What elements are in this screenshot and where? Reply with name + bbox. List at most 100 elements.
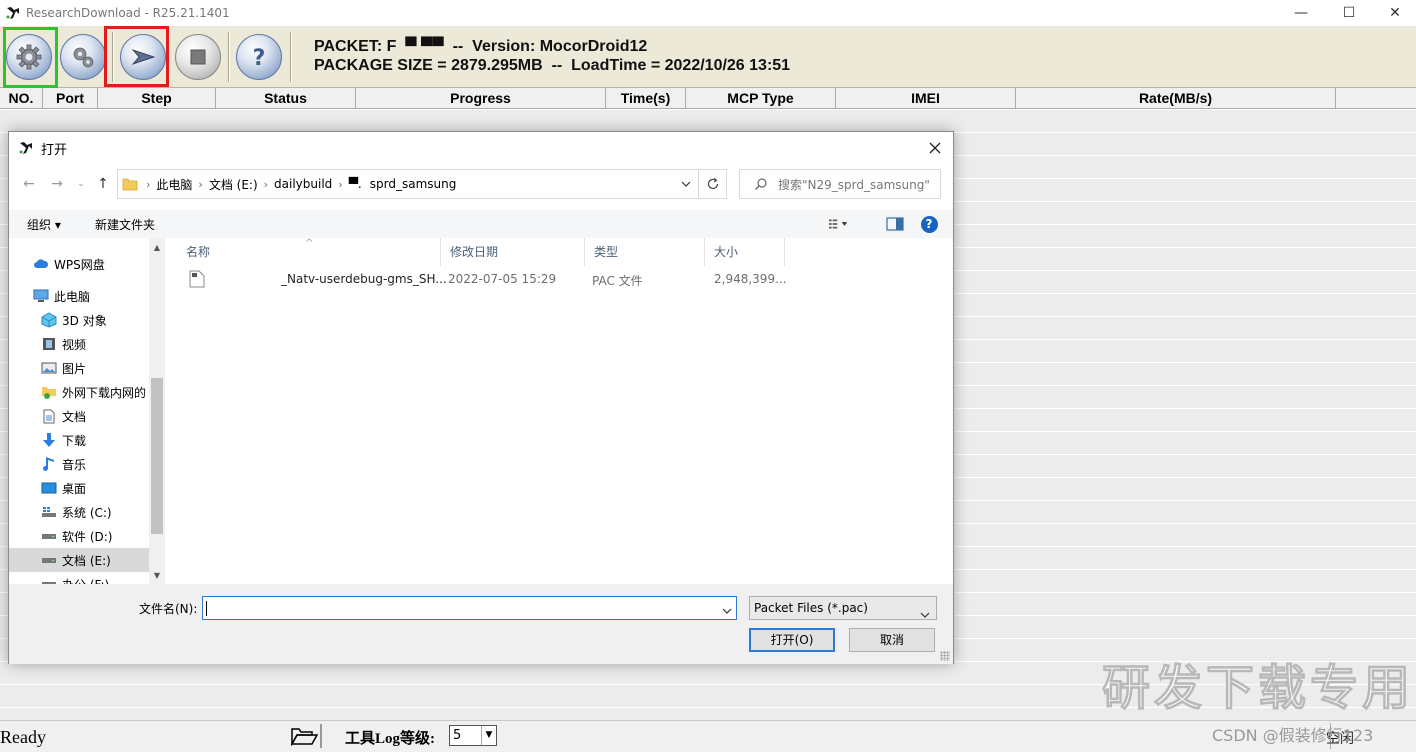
address-dropdown[interactable] bbox=[680, 178, 692, 190]
col-size[interactable]: 大小 bbox=[705, 238, 785, 266]
recent-locations-button[interactable]: ⌄ bbox=[73, 176, 89, 192]
packet-line: PACKET: F ▀ ▀▀ -- Version: MocorDroid12 bbox=[314, 38, 648, 55]
col-type[interactable]: 类型 bbox=[585, 238, 705, 266]
preview-pane-icon bbox=[886, 217, 904, 231]
nav-item-3d[interactable]: 3D 对象 bbox=[9, 308, 149, 332]
nav-item-music[interactable]: 音乐 bbox=[9, 452, 149, 476]
drive-icon bbox=[41, 528, 57, 544]
ready-status: Ready bbox=[0, 727, 46, 747]
col-mcp-type[interactable]: MCP Type bbox=[686, 88, 836, 109]
refresh-icon bbox=[707, 178, 718, 190]
filename-input[interactable] bbox=[202, 596, 737, 620]
open-button[interactable]: 打开(O) bbox=[749, 628, 835, 652]
port-table-header: NO. Port Step Status Progress Time(s) MC… bbox=[0, 88, 1416, 109]
breadcrumb-sprd-samsung[interactable]: sprd_samsung bbox=[370, 177, 457, 191]
breadcrumb-separator: › bbox=[263, 177, 269, 191]
breadcrumb-redacted[interactable]: ▀. bbox=[349, 177, 362, 191]
file-icon bbox=[189, 270, 205, 291]
close-icon bbox=[929, 142, 941, 154]
help-button-dialog[interactable]: ? bbox=[919, 215, 939, 233]
resize-grip-icon[interactable] bbox=[940, 651, 950, 661]
nav-item-this-pc[interactable]: 此电脑 bbox=[9, 284, 149, 308]
refresh-button[interactable] bbox=[699, 169, 727, 199]
maximize-button[interactable]: ☐ bbox=[1326, 0, 1372, 26]
breadcrumb-this-pc[interactable]: 此电脑 bbox=[156, 176, 192, 193]
windows-drive-icon bbox=[41, 504, 57, 520]
arrow-right-icon: → bbox=[51, 176, 63, 192]
file-type-filter[interactable]: Packet Files (*.pac) bbox=[749, 596, 937, 620]
file-row[interactable]: _Natv-userdebug-gms_SH... 2022-07-05 15:… bbox=[177, 268, 797, 292]
nav-item-downloads[interactable]: 下载 bbox=[9, 428, 149, 452]
col-date[interactable]: 修改日期 bbox=[441, 238, 585, 266]
csdn-watermark: CSDN @假装修行123 bbox=[1212, 726, 1374, 745]
stop-button[interactable] bbox=[172, 30, 224, 84]
col-status[interactable]: Status bbox=[216, 88, 356, 109]
computer-icon bbox=[33, 288, 49, 304]
up-button[interactable]: ↑ bbox=[95, 176, 111, 192]
scrollbar-thumb[interactable] bbox=[151, 378, 163, 534]
organize-menu[interactable]: 组织 ▾ bbox=[27, 216, 61, 233]
search-icon bbox=[755, 178, 767, 190]
settings-button[interactable] bbox=[57, 30, 109, 84]
sort-up-icon: ^ bbox=[305, 238, 314, 249]
col-port[interactable]: Port bbox=[43, 88, 98, 109]
packet-info: PACKET: F ▀ ▀▀ -- Version: MocorDroid12 P… bbox=[314, 37, 790, 75]
nav-item-videos[interactable]: 视频 bbox=[9, 332, 149, 356]
open-log-folder-button[interactable] bbox=[288, 724, 322, 748]
breadcrumb-dailybuild[interactable]: dailybuild bbox=[274, 177, 332, 191]
col-name-label: 名称 bbox=[186, 245, 211, 259]
dialog-close-button[interactable] bbox=[925, 138, 945, 158]
col-rate[interactable]: Rate(MB/s) bbox=[1016, 88, 1336, 109]
search-box[interactable]: 搜索"N29_sprd_samsung" bbox=[739, 169, 941, 199]
address-bar[interactable]: › 此电脑 › 文档 (E:) › dailybuild › ▀. sprd_s… bbox=[117, 169, 699, 199]
nav-item-drive-c[interactable]: 系统 (C:) bbox=[9, 500, 149, 524]
col-step[interactable]: Step bbox=[98, 88, 216, 109]
folder-open-icon bbox=[290, 728, 318, 746]
scroll-down-icon[interactable]: ▼ bbox=[149, 568, 165, 584]
cancel-button[interactable]: 取消 bbox=[849, 628, 935, 652]
nav-label: 桌面 bbox=[62, 481, 87, 496]
download-arrow-icon bbox=[41, 432, 57, 448]
text-caret bbox=[206, 601, 207, 616]
nav-item-drive-f[interactable]: 办公 (F:) bbox=[9, 572, 149, 584]
nav-label: 视频 bbox=[62, 337, 87, 352]
image-icon bbox=[41, 360, 57, 376]
help-button[interactable]: ? bbox=[233, 30, 285, 84]
nav-item-drive-e[interactable]: 文档 (E:) bbox=[9, 548, 149, 572]
nav-item-desktop[interactable]: 桌面 bbox=[9, 476, 149, 500]
close-window-button[interactable]: ✕ bbox=[1372, 0, 1416, 26]
settings-gears-icon bbox=[60, 34, 106, 80]
forward-button[interactable]: → bbox=[49, 176, 65, 192]
col-extra[interactable] bbox=[1336, 88, 1416, 109]
col-name[interactable]: 名称 ^ bbox=[177, 238, 441, 266]
minimize-button[interactable]: — bbox=[1278, 0, 1324, 26]
chevron-down-icon[interactable] bbox=[722, 603, 732, 617]
preview-pane-button[interactable] bbox=[885, 216, 905, 232]
dialog-footer: 文件名(N): Packet Files (*.pac) 打开(O) 取消 bbox=[9, 584, 953, 664]
file-name: _Natv-userdebug-gms_SH... bbox=[281, 272, 447, 286]
col-time[interactable]: Time(s) bbox=[606, 88, 686, 109]
new-folder-button[interactable]: 新建文件夹 bbox=[95, 216, 155, 233]
document-icon bbox=[41, 408, 57, 424]
stop-icon bbox=[175, 34, 221, 80]
navigation-scrollbar[interactable]: ▲ ▼ bbox=[149, 238, 165, 584]
log-level-select[interactable]: 5 ▼ bbox=[449, 725, 497, 746]
col-imei[interactable]: IMEI bbox=[836, 88, 1016, 109]
arrow-up-icon: ↑ bbox=[97, 176, 109, 192]
col-no[interactable]: NO. bbox=[0, 88, 43, 109]
back-button[interactable]: ← bbox=[21, 176, 37, 192]
nav-item-pictures[interactable]: 图片 bbox=[9, 356, 149, 380]
nav-item-wps[interactable]: WPS网盘 bbox=[9, 252, 149, 276]
nav-item-documents[interactable]: 文档 bbox=[9, 404, 149, 428]
status-bar: Ready 工具Log等级: 5 ▼ 空闲 bbox=[0, 720, 1416, 752]
highlight-box-red bbox=[104, 26, 169, 87]
toolbar-separator bbox=[290, 32, 292, 82]
nav-item-network-folder[interactable]: 外网下载内网的 bbox=[9, 380, 149, 404]
view-options-button[interactable] bbox=[829, 216, 849, 232]
breadcrumb-drive-e[interactable]: 文档 (E:) bbox=[209, 176, 258, 193]
col-progress[interactable]: Progress bbox=[356, 88, 606, 109]
log-level-label: 工具Log等级: bbox=[345, 731, 436, 747]
details-view-icon bbox=[829, 219, 848, 229]
nav-item-drive-d[interactable]: 软件 (D:) bbox=[9, 524, 149, 548]
scroll-up-icon[interactable]: ▲ bbox=[149, 240, 165, 256]
